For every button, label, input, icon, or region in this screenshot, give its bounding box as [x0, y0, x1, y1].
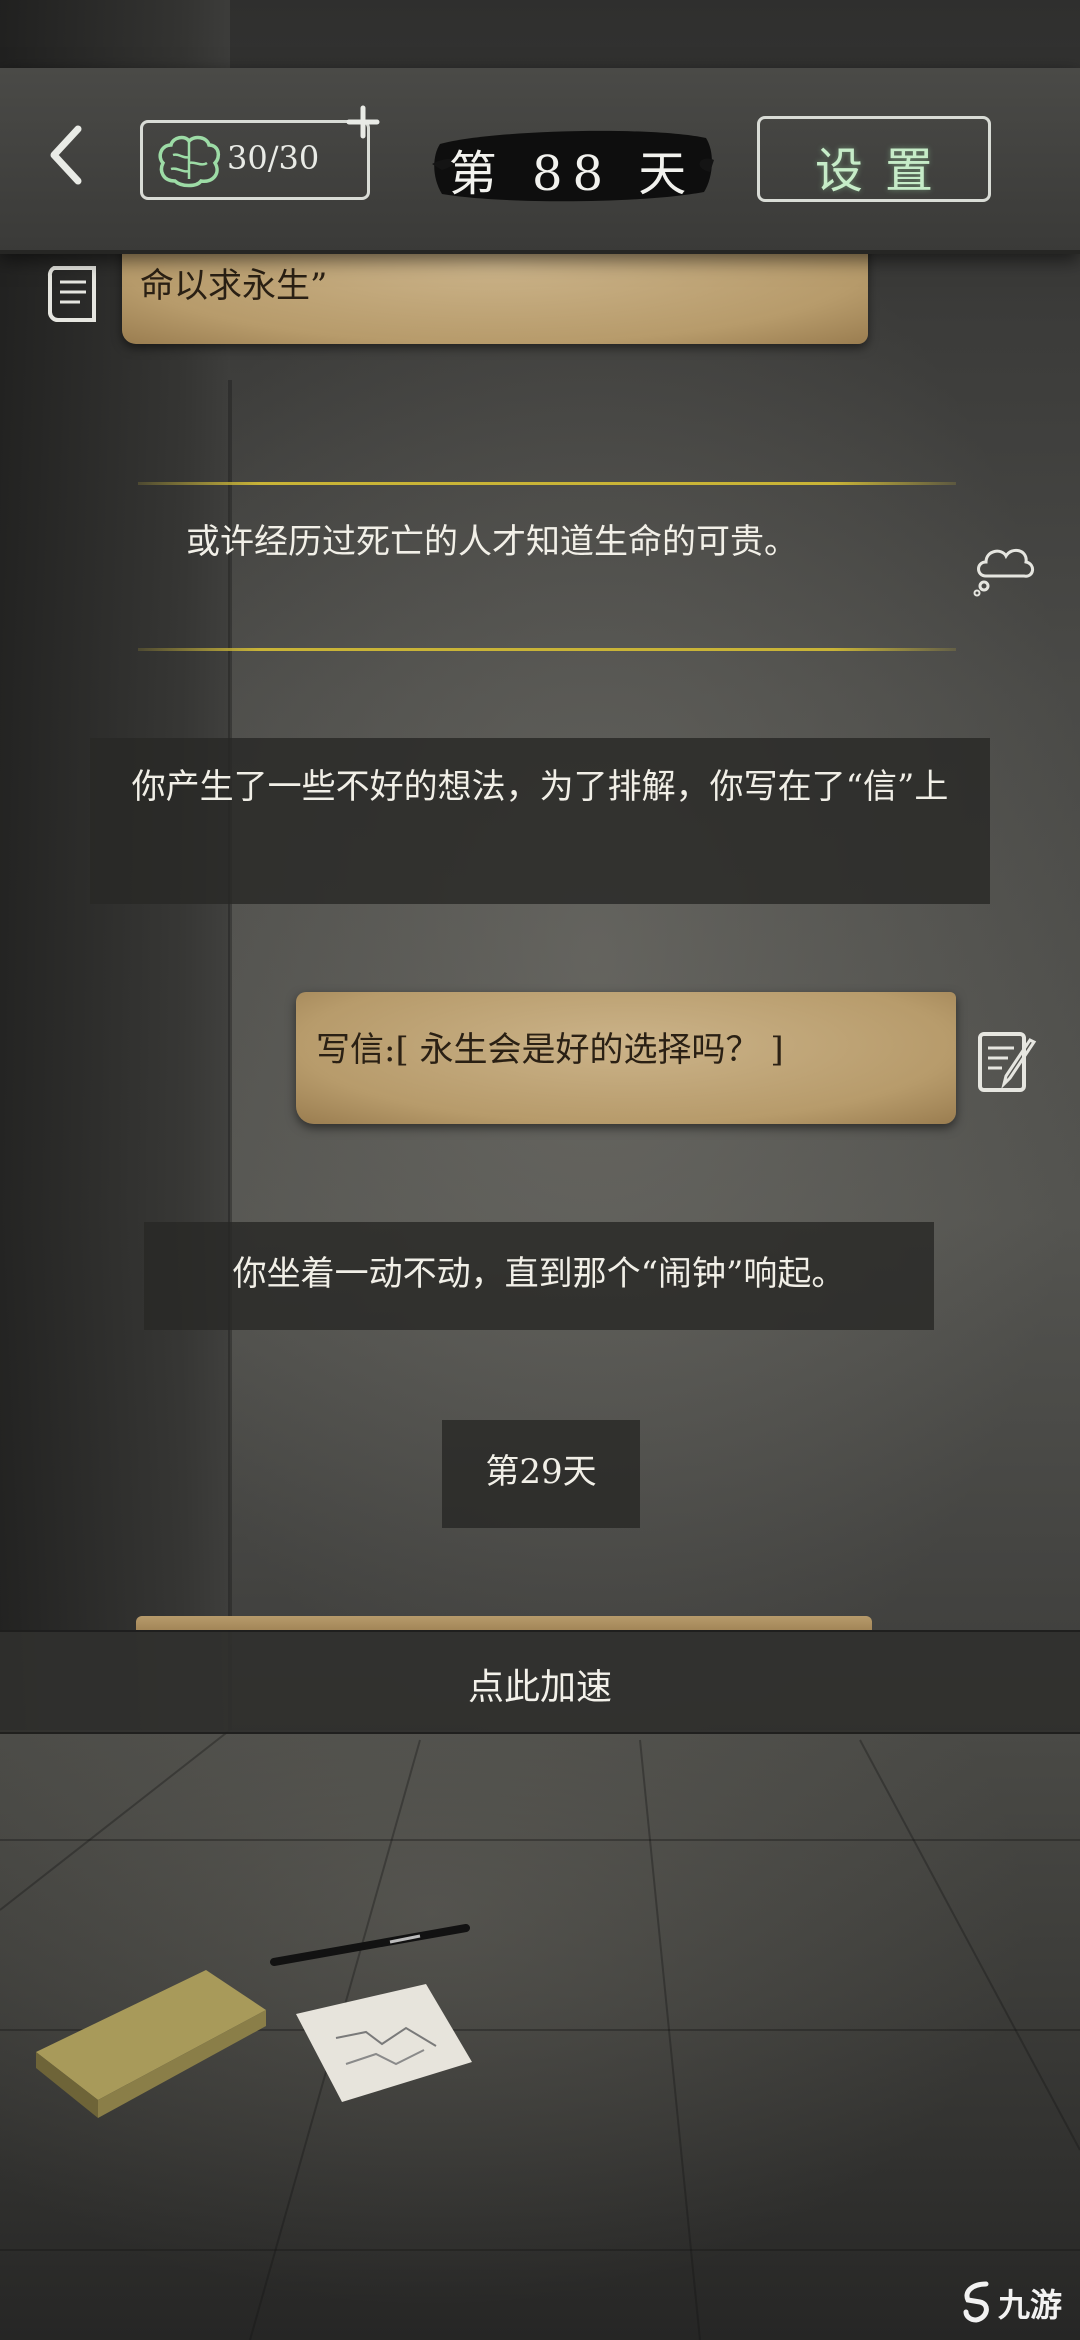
received-letter-text: 来信:“你选择成为了‘监视员’，不断地预支着寿命以求永生”: [140, 254, 836, 306]
top-bar-border: [0, 250, 1080, 254]
day-marker: 第29天: [442, 1420, 640, 1528]
plus-icon[interactable]: [345, 104, 381, 140]
day-marker-text: 第29天: [485, 1452, 597, 1492]
written-letter-text: 写信:[ 永生会是好的选择吗？ ]: [316, 1030, 784, 1070]
sit-still-message: 你坐着一动不动，直到那个“闹钟”响起。: [144, 1222, 934, 1330]
inner-thought: 或许经历过死亡的人才知道生命的可贵。: [138, 482, 956, 660]
paper-note-prop: [296, 1984, 472, 2102]
speed-up-label: 点此加速: [467, 1667, 612, 1708]
day-counter-badge: 第 88 天: [430, 124, 715, 206]
inner-thought-text: 或许经历过死亡的人才知道生命的可贵。: [186, 522, 798, 562]
sit-still-text: 你坐着一动不动，直到那个“闹钟”响起。: [232, 1254, 846, 1294]
day-counter-text: 第 88 天: [448, 146, 697, 202]
thought-bottom-divider: [138, 648, 956, 651]
settings-label: 设置: [814, 143, 955, 199]
brain-energy-value: 30/30: [227, 139, 320, 177]
received-letter-card: 来信:“你选择成为了‘监视员’，不断地预支着寿命以求永生”: [122, 254, 868, 344]
watermark-logo: 九游: [960, 2278, 1070, 2328]
thought-cloud-icon: [973, 548, 1034, 597]
brain-icon: [158, 135, 221, 188]
bad-idea-text: 你产生了一些不好的想法，为了排解，你写在了“信”上: [131, 767, 949, 807]
bad-idea-message: 你产生了一些不好的想法，为了排解，你写在了“信”上: [90, 738, 990, 904]
thought-top-divider: [138, 482, 956, 485]
notebook-prop: [36, 1970, 266, 2118]
speed-up-button[interactable]: 点此加速: [0, 1630, 1080, 1734]
brain-energy-counter[interactable]: 30/30: [140, 120, 370, 200]
write-letter-icon: [978, 1032, 1037, 1092]
written-letter-card: 写信:[ 永生会是好的选择吗？ ]: [296, 992, 956, 1124]
watermark-mark-icon: [963, 2281, 989, 2323]
back-arrow-icon[interactable]: [38, 115, 94, 195]
pen-prop: [270, 1924, 470, 1966]
next-card-edge: [136, 1616, 872, 1630]
scroll-letter-icon: [47, 266, 96, 322]
story-feed[interactable]: 来信:“你选择成为了‘监视员’，不断地预支着寿命以求永生” 或许经历过死亡的人才…: [0, 254, 1080, 1630]
settings-button[interactable]: 设置: [757, 116, 991, 202]
game-scene: 来信:“你选择成为了‘监视员’，不断地预支着寿命以求永生” 或许经历过死亡的人才…: [0, 0, 1080, 2340]
watermark-text: 九游: [998, 2286, 1063, 2324]
